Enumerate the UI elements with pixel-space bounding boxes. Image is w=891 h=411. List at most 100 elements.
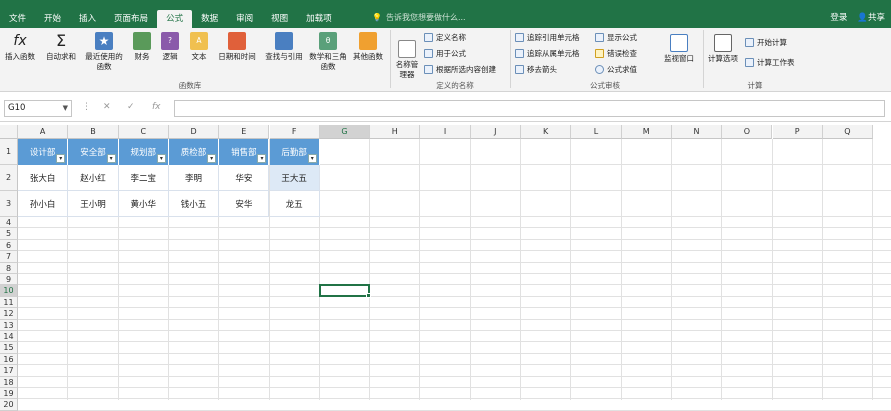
worksheet-grid[interactable]: A B C D E F G H I J K L M N O P Q 1 2 3 4 5 6 7 8 9 10 11 12 13 14 15 16… xyxy=(0,125,891,411)
name-manager-button[interactable]: 名称管理器 xyxy=(393,40,421,80)
watch-window-button[interactable]: 监视窗口 xyxy=(661,34,697,64)
column-header-L[interactable]: L xyxy=(571,125,622,139)
insert-function-button[interactable]: fx 插入函数 xyxy=(2,32,38,62)
column-header-H[interactable]: H xyxy=(370,125,421,139)
column-header-O[interactable]: O xyxy=(722,125,773,139)
financial-button[interactable]: 财务 xyxy=(130,32,154,62)
column-header-Q[interactable]: Q xyxy=(822,125,874,139)
row-header-6[interactable]: 6 xyxy=(0,239,18,252)
table-header-cell[interactable]: 质检部 ▾ xyxy=(168,139,220,165)
filter-dropdown-icon[interactable]: ▾ xyxy=(56,154,66,163)
column-header-I[interactable]: I xyxy=(420,125,471,139)
table-cell[interactable]: 李明 xyxy=(168,165,220,191)
show-formulas-button[interactable]: 显示公式 xyxy=(595,32,637,43)
select-all-corner[interactable] xyxy=(0,125,18,139)
fill-handle[interactable] xyxy=(366,292,372,298)
table-cell[interactable]: 李二宝 xyxy=(118,165,169,191)
table-cell[interactable]: 华安 xyxy=(219,165,270,191)
formula-input[interactable] xyxy=(174,100,885,117)
enter-icon[interactable]: ✓ xyxy=(127,102,135,112)
recent-functions-button[interactable]: ★ 最近使用的函数 xyxy=(82,32,126,72)
table-header-cell[interactable]: 后勤部 ▾ xyxy=(269,139,320,165)
row-header-7[interactable]: 7 xyxy=(0,251,18,263)
datetime-button[interactable]: 日期和时间 xyxy=(215,32,259,62)
table-cell[interactable]: 赵小红 xyxy=(68,165,119,191)
table-header-cell[interactable]: 安全部 ▾ xyxy=(68,139,119,165)
text-button[interactable]: A 文本 xyxy=(187,32,211,62)
table-header-cell[interactable]: 销售部 ▾ xyxy=(219,139,270,165)
fx-icon[interactable]: fx xyxy=(152,102,161,112)
column-header-N[interactable]: N xyxy=(671,125,723,139)
column-header-C[interactable]: C xyxy=(118,125,169,139)
row-header-11[interactable]: 11 xyxy=(0,296,18,309)
row-header-10[interactable]: 10 xyxy=(0,285,18,297)
row-header-1[interactable]: 1 xyxy=(0,139,18,165)
table-cell[interactable]: 钱小五 xyxy=(168,191,220,217)
row-header-15[interactable]: 15 xyxy=(0,342,18,354)
column-header-F[interactable]: F xyxy=(269,125,320,139)
row-header-4[interactable]: 4 xyxy=(0,217,18,229)
trace-dependents-button[interactable]: 追踪从属单元格 xyxy=(515,48,580,59)
column-header-J[interactable]: J xyxy=(470,125,521,139)
column-header-E[interactable]: E xyxy=(219,125,270,139)
filter-dropdown-icon[interactable]: ▾ xyxy=(207,154,217,163)
more-functions-button[interactable]: 其他函数 xyxy=(350,32,386,62)
table-header-cell[interactable]: 设计部 ▾ xyxy=(18,139,69,165)
row-header-17[interactable]: 17 xyxy=(0,365,18,377)
row-header-3[interactable]: 3 xyxy=(0,191,18,217)
autosum-button[interactable]: Σ 自动求和 xyxy=(43,32,79,62)
lookup-button[interactable]: 查找与引用 xyxy=(262,32,306,62)
calc-options-button[interactable]: 计算选项 xyxy=(706,34,740,64)
column-header-A[interactable]: A xyxy=(18,125,69,139)
calc-now-button[interactable]: 开始计算 xyxy=(745,37,787,48)
table-cell[interactable]: 张大白 xyxy=(18,165,69,191)
table-cell[interactable]: 黄小华 xyxy=(118,191,169,217)
remove-arrows-button[interactable]: 移去箭头 xyxy=(515,64,557,75)
column-header-P[interactable]: P xyxy=(772,125,823,139)
create-from-selection-button[interactable]: 根据所选内容创建 xyxy=(424,64,496,75)
calc-sheet-button[interactable]: 计算工作表 xyxy=(745,57,795,68)
row-header-14[interactable]: 14 xyxy=(0,331,18,343)
row-header-8[interactable]: 8 xyxy=(0,262,18,274)
trace-precedents-button[interactable]: 追踪引用单元格 xyxy=(515,32,580,43)
login-button[interactable]: 登录 xyxy=(830,11,847,23)
row-header-20[interactable]: 20 xyxy=(0,399,18,411)
tab-page-layout[interactable]: 页面布局 xyxy=(105,10,157,28)
column-header-K[interactable]: K xyxy=(521,125,572,139)
tab-review[interactable]: 审阅 xyxy=(227,10,262,28)
filter-dropdown-icon[interactable]: ▾ xyxy=(307,154,317,163)
tab-view[interactable]: 视图 xyxy=(262,10,297,28)
row-header-9[interactable]: 9 xyxy=(0,274,18,286)
cancel-icon[interactable]: ✕ xyxy=(103,102,111,112)
row-header-13[interactable]: 13 xyxy=(0,319,18,331)
logical-button[interactable]: ? 逻辑 xyxy=(158,32,182,62)
table-cell[interactable]: 安华 xyxy=(219,191,270,217)
table-cell[interactable]: 孙小白 xyxy=(18,191,69,217)
table-header-cell[interactable]: 规划部 ▾ xyxy=(118,139,169,165)
filter-dropdown-icon[interactable]: ▾ xyxy=(257,154,267,163)
column-header-B[interactable]: B xyxy=(68,125,119,139)
column-header-G[interactable]: G xyxy=(319,125,371,139)
filter-dropdown-icon[interactable]: ▾ xyxy=(106,154,116,163)
define-name-button[interactable]: 定义名称 xyxy=(424,32,466,43)
math-button[interactable]: θ 数学和三角函数 xyxy=(308,32,348,72)
filter-dropdown-icon[interactable]: ▾ xyxy=(156,154,166,163)
row-header-19[interactable]: 19 xyxy=(0,388,18,400)
row-header-18[interactable]: 18 xyxy=(0,376,18,388)
use-in-formula-button[interactable]: 用于公式 xyxy=(424,48,466,59)
tell-me-box[interactable]: 💡 告诉我您想要做什么... xyxy=(372,12,466,23)
column-header-D[interactable]: D xyxy=(168,125,220,139)
selected-cell[interactable] xyxy=(318,284,372,298)
error-checking-button[interactable]: 错误检查 xyxy=(595,48,637,59)
tab-insert[interactable]: 插入 xyxy=(70,10,105,28)
share-button[interactable]: 👤共享 xyxy=(857,11,885,23)
column-header-M[interactable]: M xyxy=(621,125,672,139)
table-cell[interactable]: 王大五 xyxy=(269,165,320,191)
table-cell[interactable]: 王小明 xyxy=(68,191,119,217)
tab-formulas[interactable]: 公式 xyxy=(157,10,193,28)
tab-data[interactable]: 数据 xyxy=(192,10,227,28)
evaluate-formula-button[interactable]: 公式求值 xyxy=(595,64,637,75)
row-header-5[interactable]: 5 xyxy=(0,228,18,240)
tab-file[interactable]: 文件 xyxy=(0,10,35,28)
row-header-16[interactable]: 16 xyxy=(0,353,18,366)
